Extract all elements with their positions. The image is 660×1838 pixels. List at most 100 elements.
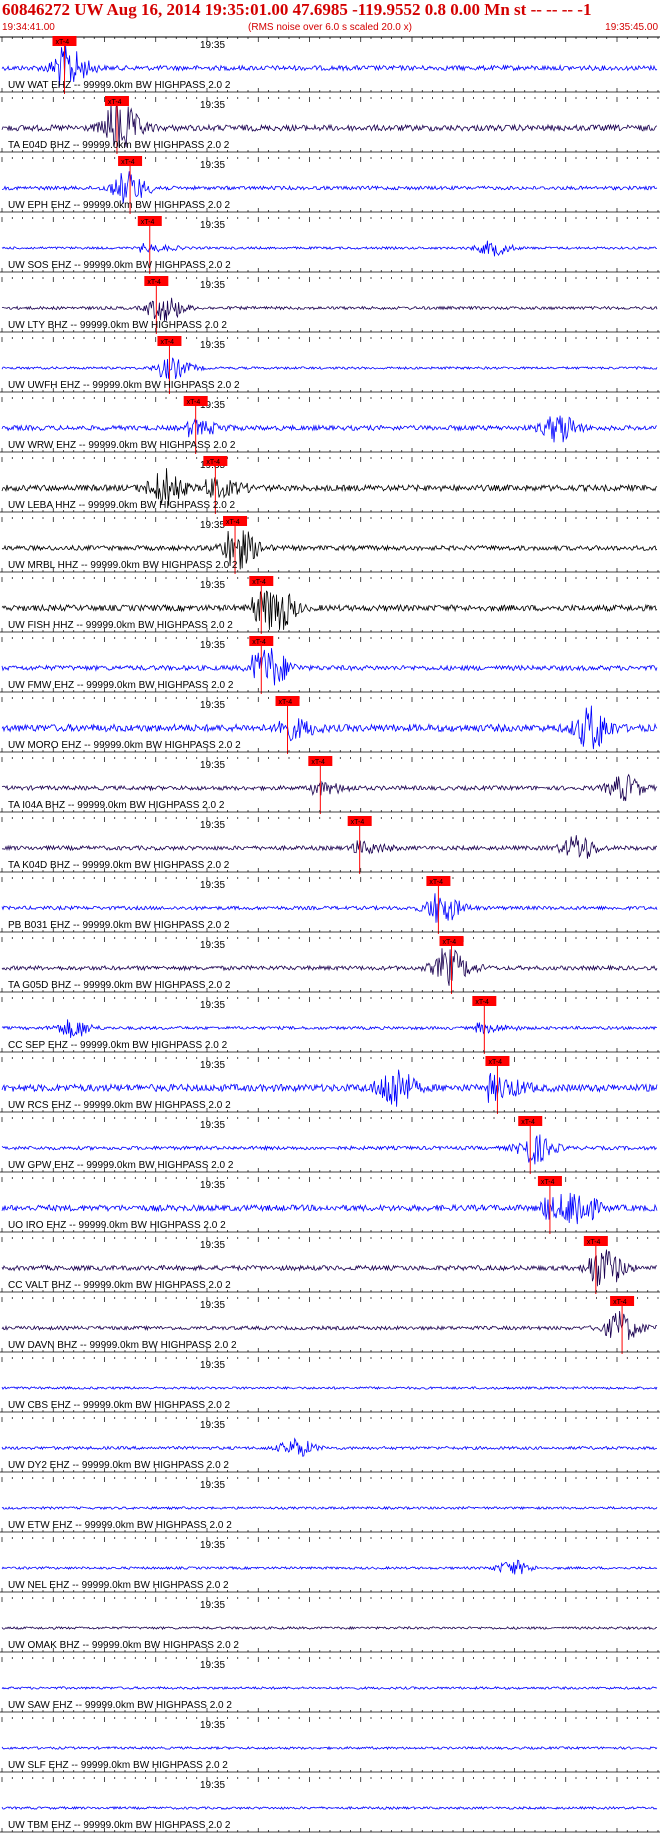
time-label: 19:35 — [200, 880, 225, 891]
end-time: 19:35:45.00 — [605, 22, 658, 33]
trace-row: 19:35 UW CBS EHZ -- 99999.0km BW HIGHPASS… — [0, 1357, 660, 1413]
time-label: 19:35 — [200, 1240, 225, 1251]
trace-row: 19:35 xT-4 UW GPW EHZ -- 99999.0km BW HIGH… — [0, 1116, 660, 1174]
waveform — [1, 1505, 658, 1511]
station-label: TA I04A BHZ -- 99999.0km BW HIGHPASS 2.0… — [8, 800, 225, 811]
time-label: 19:35 — [200, 340, 225, 351]
station-label: CC SEP EHZ -- 99999.0km BW HIGHPASS 2.0 … — [8, 1040, 228, 1051]
trace-row: 19:35 xT-4 CC VALT BHZ -- 99999.0km BW HIG… — [0, 1236, 660, 1294]
trace-row: 19:35 UW SLF EHZ -- 99999.0km BW HIGHPASS… — [0, 1717, 660, 1773]
time-label: 19:35 — [200, 640, 225, 651]
trace-row: 19:35 xT-4 UW SOS EHZ -- 99999.0km BW HIGH… — [0, 216, 660, 274]
waveform — [1, 357, 658, 379]
trace-row: 19:35 xT-4 UW MRBL HHZ -- 99999.0km BW HIG… — [0, 516, 660, 574]
pick-label: xT-4 — [613, 1299, 627, 1306]
station-label: UW NEL EHZ -- 99999.0km BW HIGHPASS 2.0 … — [8, 1580, 229, 1591]
waveform — [1, 1745, 658, 1751]
pick-label: xT-4 — [521, 1119, 535, 1126]
time-label: 19:35 — [200, 100, 225, 111]
trace-row: 19:35 xT-4 UW MORO EHZ -- 99999.0km BW HIG… — [0, 696, 660, 754]
pick-label: xT-4 — [279, 699, 293, 706]
time-label: 19:35 — [200, 580, 225, 591]
pick-label: xT-4 — [147, 279, 161, 286]
station-label: UW LTY BHZ -- 99999.0km BW HIGHPASS 2.0 … — [8, 320, 227, 331]
trace-row: 19:35 UW TBM EHZ -- 99999.0km BW HIGHPASS… — [0, 1777, 660, 1833]
trace-row: 19:35 xT-4 UW UWFH EHZ -- 99999.0km BW HIG… — [0, 336, 660, 394]
waveform — [1, 1685, 658, 1690]
trace-row: 19:35 xT-4 CC SEP EHZ -- 99999.0km BW HIGH… — [0, 996, 660, 1054]
trace-row: 19:35 xT-4 TA I04A BHZ -- 99999.0km BW HIG… — [0, 756, 660, 814]
trace-row: 19:35 xT-4 UW RCS EHZ -- 99999.0km BW HIGH… — [0, 1056, 660, 1114]
trace-row: 19:35 xT-4 TA E04D BHZ -- 99999.0km BW HIG… — [0, 96, 660, 154]
pick-label: xT-4 — [206, 459, 220, 466]
station-label: TA K04D BHZ -- 99999.0km BW HIGHPASS 2.0… — [8, 860, 230, 871]
station-label: UW GPW EHZ -- 99999.0km BW HIGHPASS 2.0 … — [8, 1160, 234, 1171]
trace-row: 19:35 xT-4 UW EPH EHZ -- 99999.0km BW HIGH… — [0, 156, 660, 214]
time-label: 19:35 — [200, 1300, 225, 1311]
time-label: 19:35 — [200, 1060, 225, 1071]
time-label: 19:35 — [200, 1180, 225, 1191]
pick-label: xT-4 — [226, 519, 240, 526]
event-title: 60846272 UW Aug 16, 2014 19:35:01.00 47.… — [2, 0, 592, 19]
waveform — [1, 415, 658, 443]
trace-row: 19:35xT-4UW WRW EHZ -- 99999.0km BW HIGH… — [0, 396, 660, 454]
time-label: 19:35 — [200, 40, 225, 51]
waveform — [1, 1559, 658, 1575]
pick-label: xT-4 — [108, 99, 122, 106]
station-label: UO IRO EHZ -- 99999.0km BW HIGHPASS 2.0 … — [8, 1220, 226, 1231]
station-label: UW TBM EHZ -- 99999.0km BW HIGHPASS 2.0 … — [8, 1820, 231, 1831]
waveform — [1, 1805, 658, 1811]
time-label: 19:35 — [200, 160, 225, 171]
waveform — [1, 1019, 658, 1038]
station-label: CC VALT BHZ -- 99999.0km BW HIGHPASS 2.0… — [8, 1280, 231, 1291]
trace-row: 19:35 xT-4 UW WAT EHZ -- 99999.0km BW HIGH… — [0, 36, 660, 94]
waveform — [1, 835, 658, 859]
scale-note: (RMS noise over 6.0 s scaled 20.0 x) — [248, 22, 412, 33]
trace-row: 19:35 UW NEL EHZ -- 99999.0km BW HIGHPASS… — [0, 1537, 660, 1593]
trace-row: 19:35 xT-4 UW FMW EHZ -- 99999.0km BW HIGH… — [0, 636, 660, 694]
trace-row: 19:35 xT-4 UW DAVN BHZ -- 99999.0km BW HIG… — [0, 1296, 660, 1354]
station-label: UW WAT EHZ -- 99999.0km BW HIGHPASS 2.0 … — [8, 80, 231, 91]
pick-label: xT-4 — [351, 819, 365, 826]
trace-row: 19:35 xT-4 UW FISH HHZ -- 99999.0km BW HIG… — [0, 576, 660, 634]
waveform — [1, 1625, 658, 1631]
time-label: 19:35 — [200, 1780, 225, 1791]
pick-label: xT-4 — [429, 879, 443, 886]
header: 60846272 UW Aug 16, 2014 19:35:01.00 47.… — [0, 0, 660, 36]
trace-row: 19:35 UW ETW EHZ -- 99999.0km BW HIGHPASS… — [0, 1477, 660, 1533]
waveform — [1, 1310, 658, 1340]
time-label: 19:35 — [200, 1600, 225, 1611]
waveform — [1, 297, 658, 321]
trace-row: 19:35 xT-4 UO IRO EHZ -- 99999.0km BW HIGH… — [0, 1176, 660, 1234]
station-label: UW EPH EHZ -- 99999.0km BW HIGHPASS 2.0 … — [8, 200, 231, 211]
trace-row: 19:35 xT-4 PB B031 EHZ -- 99999.0km BW HIG… — [0, 876, 660, 934]
station-label: UW OMAK BHZ -- 99999.0km BW HIGHPASS 2.0… — [8, 1640, 239, 1651]
station-label: UW MRBL HHZ -- 99999.0km BW HIGHPASS 2.0… — [8, 560, 238, 571]
pick-label: xT-4 — [443, 939, 457, 946]
pick-label: xT-4 — [160, 339, 174, 346]
pick-label: xT-4 — [55, 39, 69, 46]
pick-label: xT-4 — [187, 399, 201, 406]
time-label: 19:35 — [200, 820, 225, 831]
pick-label: xT-4 — [475, 999, 489, 1006]
time-label: 19:35 — [200, 940, 225, 951]
trace-row: 19:35 UW OMAK BHZ -- 99999.0km BW HIGHPAS… — [0, 1597, 660, 1653]
time-label: 19:35 — [200, 760, 225, 771]
station-label: UW SAW EHZ -- 99999.0km BW HIGHPASS 2.0 … — [8, 1700, 232, 1711]
station-label: TA E04D BHZ -- 99999.0km BW HIGHPASS 2.0… — [8, 140, 230, 151]
time-label: 19:35 — [200, 280, 225, 291]
pick-label: xT-4 — [587, 1239, 601, 1246]
pick-label: xT-4 — [252, 639, 266, 646]
pick-label: xT-4 — [121, 159, 135, 166]
station-label: UW CBS EHZ -- 99999.0km BW HIGHPASS 2.0 … — [8, 1400, 231, 1411]
trace-row: 19:35 xT-4 UW LTY BHZ -- 99999.0km BW HIGH… — [0, 276, 660, 334]
time-label: 19:35 — [200, 700, 225, 711]
station-label: UW ETW EHZ -- 99999.0km BW HIGHPASS 2.0 … — [8, 1520, 232, 1531]
trace-row: 19:35 xT-4 TA G05D BHZ -- 99999.0km BW HIG… — [0, 936, 660, 994]
station-label: UW SLF EHZ -- 99999.0km BW HIGHPASS 2.0 … — [8, 1760, 228, 1771]
waveform — [1, 1385, 658, 1391]
waveform — [1, 773, 658, 802]
trace-row: 19:35 UW SAW EHZ -- 99999.0km BW HIGHPASS… — [0, 1657, 660, 1713]
time-label: 19:35 — [200, 1480, 225, 1491]
waveform — [1, 1437, 658, 1457]
